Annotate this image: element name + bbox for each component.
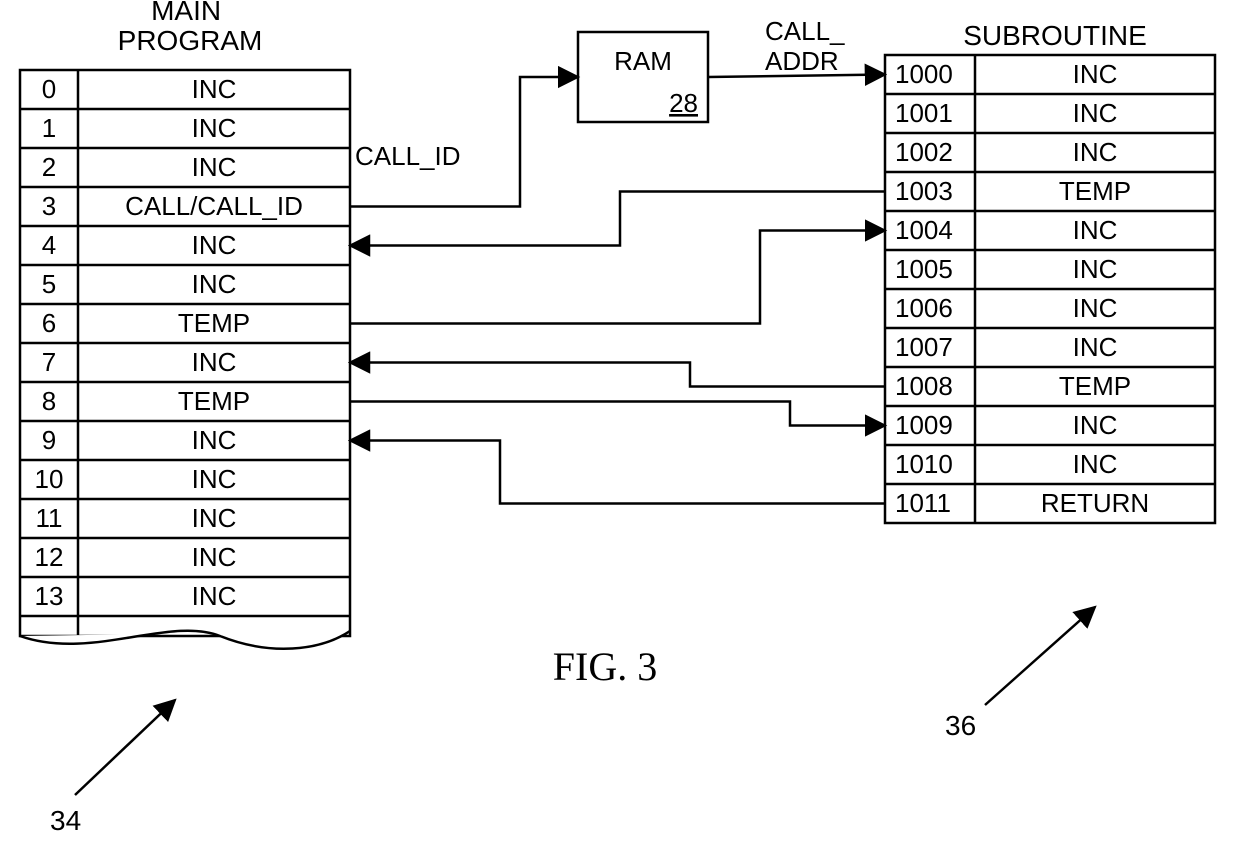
main-row-addr: 5 — [42, 269, 56, 299]
sub-row-addr: 1008 — [895, 371, 953, 401]
main-row-op: INC — [192, 542, 237, 572]
sub-row-op: INC — [1073, 449, 1118, 479]
main-row-op: INC — [192, 113, 237, 143]
ref-34: 34 — [50, 700, 175, 836]
main-row-addr: 9 — [42, 425, 56, 455]
main-row-op: TEMP — [178, 308, 250, 338]
sub-row-addr: 1010 — [895, 449, 953, 479]
arrow-call-addr — [708, 75, 885, 78]
main-row-op: INC — [192, 152, 237, 182]
ref-36-label: 36 — [945, 710, 976, 741]
ram-box: RAM 28 — [578, 32, 708, 122]
call-addr-label: CALL_ ADDR — [765, 16, 852, 76]
sub-row-op: INC — [1073, 332, 1118, 362]
sub-row-addr: 1002 — [895, 137, 953, 167]
sub-row-addr: 1001 — [895, 98, 953, 128]
main-row-op: INC — [192, 425, 237, 455]
arrow-sub3-main4 — [350, 192, 885, 246]
main-row-addr: 8 — [42, 386, 56, 416]
main-row-addr: 12 — [35, 542, 64, 572]
main-row-addr: 1 — [42, 113, 56, 143]
main-row-op: INC — [192, 74, 237, 104]
main-row-op: INC — [192, 230, 237, 260]
sub-row-op: INC — [1073, 215, 1118, 245]
main-row-op: CALL/CALL_ID — [125, 191, 303, 221]
sub-row-addr: 1005 — [895, 254, 953, 284]
main-row-addr: 11 — [36, 503, 63, 533]
main-row-op: INC — [192, 503, 237, 533]
main-row-addr: 3 — [42, 191, 56, 221]
main-program-title: MAIN PROGRAM — [118, 0, 263, 56]
connectors — [350, 75, 885, 504]
sub-row-op: INC — [1073, 59, 1118, 89]
sub-row-op: INC — [1073, 98, 1118, 128]
subroutine-table: 1000 INC 1001 INC 1002 INC 1003 TEMP 1004 INC 1005… — [885, 55, 1215, 523]
sub-row-op: RETURN — [1041, 488, 1149, 518]
ref-34-label: 34 — [50, 805, 81, 836]
main-row-addr: 7 — [42, 347, 56, 377]
main-row-addr: 13 — [35, 581, 64, 611]
sub-row-op: INC — [1073, 254, 1118, 284]
main-row-addr: 10 — [35, 464, 64, 494]
arrow-main8-sub9 — [350, 402, 885, 426]
sub-row-op: TEMP — [1059, 371, 1131, 401]
sub-row-op: INC — [1073, 137, 1118, 167]
sub-row-op: INC — [1073, 293, 1118, 323]
sub-row-addr: 1004 — [895, 215, 953, 245]
ram-label: RAM — [614, 46, 672, 76]
main-row-addr: 2 — [42, 152, 56, 182]
sub-row-addr: 1003 — [895, 176, 953, 206]
main-row-op: INC — [192, 581, 237, 611]
subroutine-title: SUBROUTINE — [963, 20, 1147, 51]
main-row-addr: 4 — [42, 230, 56, 260]
sub-row-addr: 1000 — [895, 59, 953, 89]
main-row-op: INC — [192, 269, 237, 299]
main-row-addr: 6 — [42, 308, 56, 338]
figure-label: FIG. 3 — [553, 644, 657, 689]
ram-ref: 28 — [669, 88, 698, 118]
sub-row-addr: 1009 — [895, 410, 953, 440]
main-row-op: INC — [192, 347, 237, 377]
arrow-return-main9 — [350, 441, 885, 504]
sub-row-addr: 1007 — [895, 332, 953, 362]
sub-row-op: INC — [1073, 410, 1118, 440]
sub-row-addr: 1011 — [895, 488, 951, 518]
sub-row-addr: 1006 — [895, 293, 953, 323]
sub-row-op: TEMP — [1059, 176, 1131, 206]
main-program-table: 0 INC 1 INC 2 INC 3 CALL/CALL_ID 4 INC 5 INC 6 TEMP 7 I… — [20, 70, 350, 636]
call-id-label: CALL_ID — [355, 141, 461, 171]
main-row-op: TEMP — [178, 386, 250, 416]
main-row-op: INC — [192, 464, 237, 494]
arrow-sub8-main7 — [350, 363, 885, 387]
ref-36: 36 — [945, 607, 1095, 741]
main-row-addr: 0 — [42, 74, 56, 104]
